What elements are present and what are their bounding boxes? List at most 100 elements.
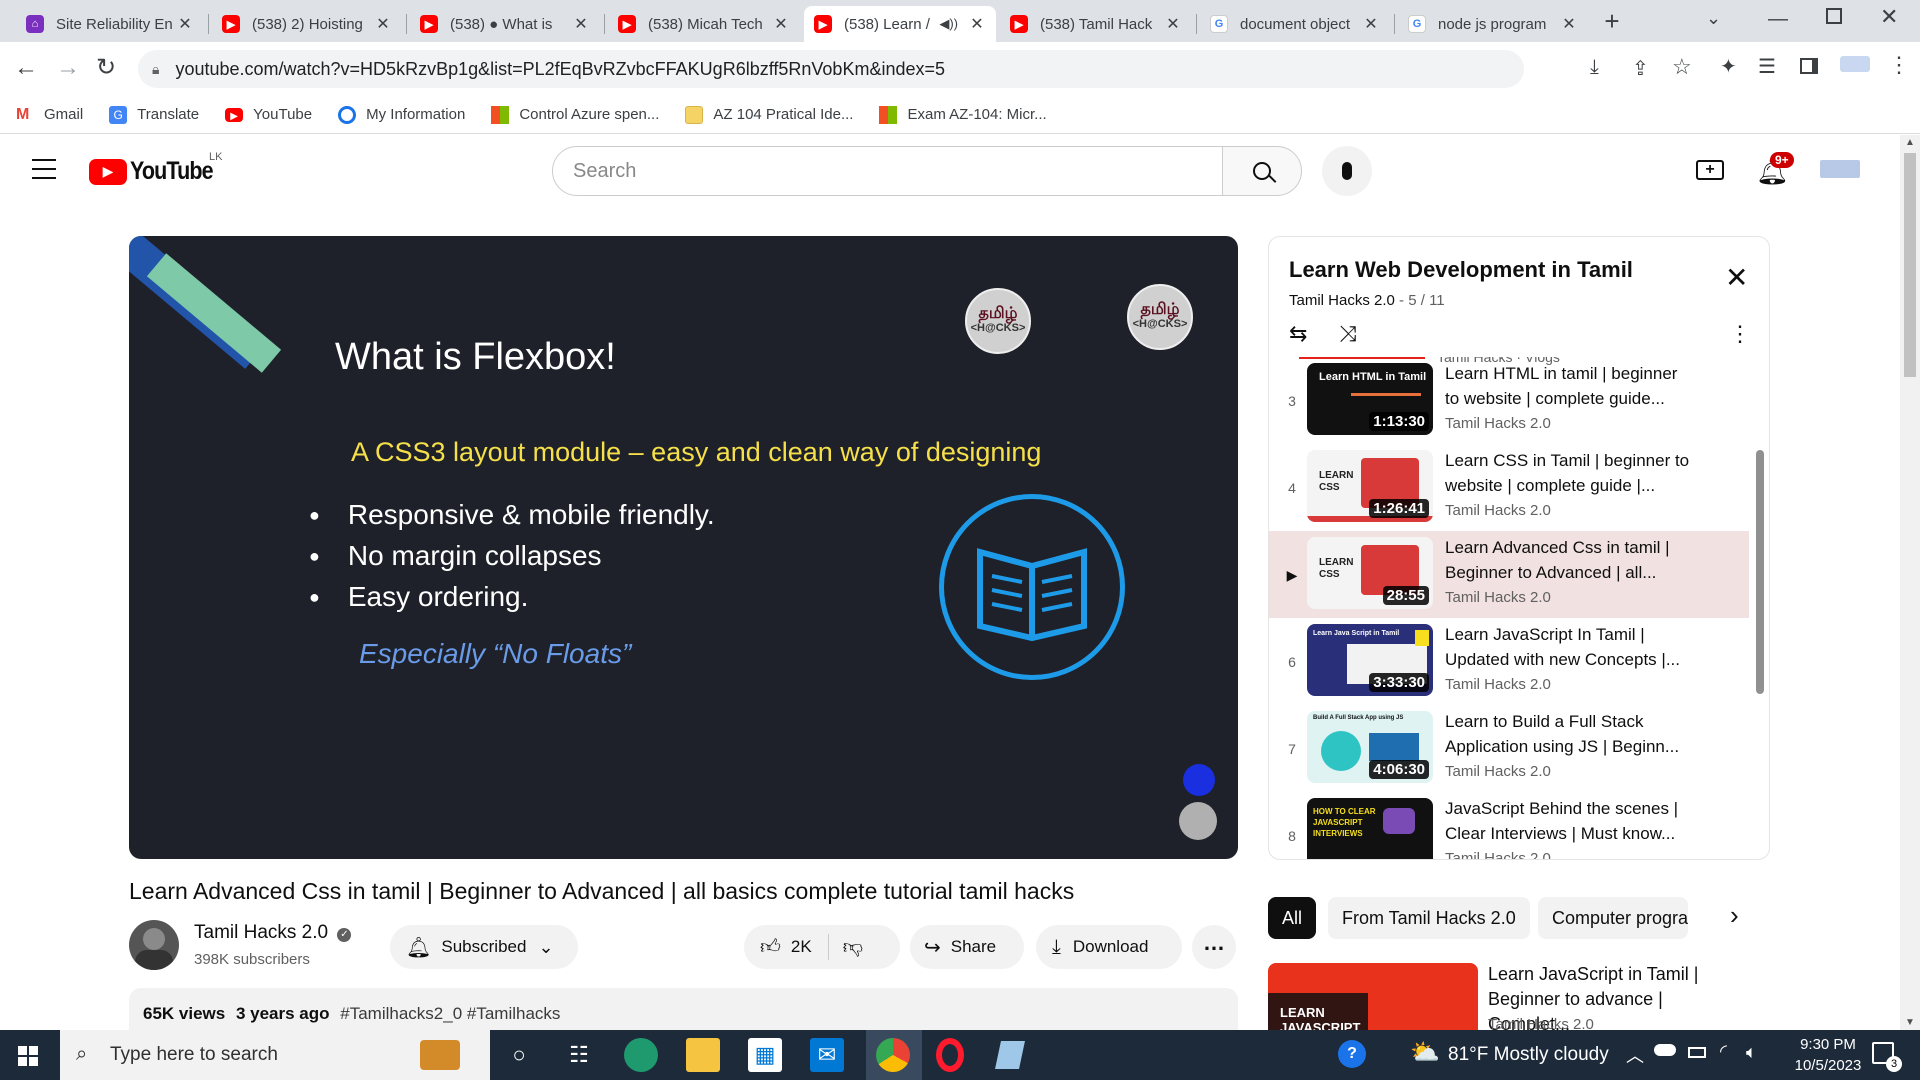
back-icon[interactable]: ← — [14, 54, 38, 82]
profile-avatar[interactable] — [1840, 56, 1870, 72]
widgets-icon[interactable]: ☷ — [562, 1038, 596, 1072]
show-hidden-icons[interactable]: ︿ — [1626, 1042, 1644, 1068]
playlist-thumbnail: LEARN CSS 1:26:41 — [1307, 450, 1433, 522]
bookmark-az104-folder[interactable]: AZ 104 Pratical Ide... — [685, 105, 853, 124]
mail-icon[interactable]: ✉ — [810, 1038, 844, 1072]
chevron-right-icon[interactable]: › — [1730, 900, 1739, 931]
reload-icon[interactable]: ↻ — [96, 53, 116, 82]
video-player[interactable]: What is Flexbox! A CSS3 layout module – … — [129, 236, 1238, 859]
chip-computer-programming[interactable]: Computer programm — [1538, 897, 1688, 939]
audio-playing-icon[interactable]: ◀)) — [939, 16, 958, 32]
bookmark-exam-az104[interactable]: Exam AZ-104: Micr... — [879, 105, 1047, 124]
scroll-up-icon[interactable]: ▲ — [1905, 137, 1915, 148]
close-tab-icon[interactable]: ✕ — [1560, 14, 1578, 34]
playlist-item-current[interactable]: ▶ LEARN CSS 28:55 Learn Advanced Css in … — [1269, 531, 1749, 618]
app-icon[interactable] — [995, 1041, 1025, 1069]
close-playlist-icon[interactable]: ✕ — [1725, 261, 1748, 294]
playlist-title[interactable]: Learn Web Development in Tamil — [1289, 257, 1633, 283]
close-window-icon[interactable]: ✕ — [1880, 4, 1898, 30]
playlist-channel[interactable]: Tamil Hacks 2.0 — [1289, 292, 1395, 309]
close-tab-icon[interactable]: ✕ — [772, 14, 790, 34]
taskbar-search-box[interactable]: ⌕ Type here to search — [60, 1030, 490, 1080]
playlist-item[interactable]: 6 Learn Java Script in Tamil 3:33:30 Lea… — [1269, 618, 1749, 705]
file-explorer-icon[interactable] — [686, 1038, 720, 1072]
chip-all[interactable]: All — [1268, 897, 1317, 939]
windows-start-icon[interactable] — [18, 1046, 38, 1066]
bookmark-translate[interactable]: G Translate — [109, 105, 199, 124]
playlist-item[interactable]: 8 HOW TO CLEAR JAVASCRIPT INTERVIEWS Jav… — [1269, 792, 1749, 859]
shuffle-icon[interactable]: ⤨ — [1339, 321, 1357, 347]
subscribed-button[interactable]: 🔔︎ Subscribed ⌄ — [390, 925, 578, 969]
browser-tab-active[interactable]: ▶ (538) Learn / ◀)) ✕ — [804, 6, 996, 42]
download-button[interactable]: ⤓ Download — [1036, 925, 1182, 969]
playlist-item[interactable]: 4 LEARN CSS 1:26:41 Learn CSS in Tamil |… — [1269, 444, 1749, 531]
browser-tab[interactable]: G document object ✕ — [1200, 6, 1390, 42]
browser-tab[interactable]: ▶ (538) Tamil Hack ✕ — [1000, 6, 1192, 42]
edge-icon[interactable] — [624, 1038, 658, 1072]
volume-icon[interactable]: 🔈︎ — [1746, 1042, 1757, 1063]
bookmark-my-information[interactable]: My Information — [338, 105, 465, 124]
share-page-icon[interactable]: ⇪ — [1632, 56, 1649, 81]
store-icon[interactable]: ▦ — [748, 1038, 782, 1072]
chrome-menu-icon[interactable]: ⋮ — [1888, 52, 1910, 78]
bookmark-star-icon[interactable]: ☆ — [1672, 54, 1692, 80]
bookmark-gmail[interactable]: M Gmail — [16, 106, 83, 124]
playlist-item[interactable]: 7 Build A Full Stack App using JS 4:06:3… — [1269, 705, 1749, 792]
page-scrollbar[interactable]: ▲ ▼ — [1900, 135, 1920, 1030]
close-tab-icon[interactable]: ✕ — [1362, 14, 1380, 34]
address-bar[interactable]: 🔒︎ youtube.com/watch?v=HD5kRzvBp1g&list=… — [138, 50, 1524, 88]
share-button[interactable]: ↪ Share — [910, 925, 1024, 969]
battery-icon[interactable] — [1688, 1047, 1706, 1058]
hamburger-menu-icon[interactable] — [32, 159, 56, 179]
more-actions-button[interactable]: … — [1192, 925, 1236, 969]
chip-from-channel[interactable]: From Tamil Hacks 2.0 — [1328, 897, 1530, 939]
search-input[interactable]: Search — [552, 146, 1226, 196]
playlist-menu-icon[interactable]: ⋮ — [1729, 321, 1751, 347]
voice-search-button[interactable] — [1322, 146, 1372, 196]
playlist-scrollbar[interactable] — [1756, 450, 1764, 694]
browser-tab[interactable]: G node js program ✕ — [1398, 6, 1588, 42]
page-scrollbar-thumb[interactable] — [1904, 153, 1916, 377]
chrome-icon[interactable] — [876, 1038, 910, 1072]
browser-tab[interactable]: ▶ (538) ● What is ✕ — [410, 6, 600, 42]
like-button[interactable]: 👍︎ 2K — [744, 934, 829, 960]
new-tab-icon[interactable]: + — [1596, 6, 1628, 38]
task-view-icon[interactable]: ○ — [502, 1038, 536, 1072]
youtube-logo[interactable]: ▶ YouTube LK — [89, 151, 226, 186]
browser-tab[interactable]: ▶ (538) Micah Tech ✕ — [608, 6, 800, 42]
close-tab-icon[interactable]: ✕ — [1164, 14, 1182, 34]
browser-tab[interactable]: ▶ (538) 2) Hoisting ✕ — [212, 6, 402, 42]
install-app-icon[interactable]: ⤓ — [1590, 56, 1599, 79]
channel-name[interactable]: Tamil Hacks 2.0 ✓ — [194, 922, 352, 944]
forward-icon[interactable]: → — [56, 54, 80, 82]
reading-list-icon[interactable]: ☰ — [1758, 54, 1776, 79]
dislike-button[interactable]: 👎︎ — [829, 935, 863, 959]
opera-icon[interactable] — [936, 1038, 964, 1072]
weather-icon[interactable]: ⛅ — [1410, 1038, 1440, 1067]
search-button[interactable] — [1222, 146, 1302, 196]
scroll-down-icon[interactable]: ▼ — [1905, 1017, 1915, 1028]
close-tab-icon[interactable]: ✕ — [176, 14, 194, 34]
close-tab-icon[interactable]: ✕ — [968, 14, 986, 34]
help-icon[interactable]: ? — [1338, 1040, 1366, 1068]
bookmark-youtube[interactable]: ▶ YouTube — [225, 106, 312, 123]
browser-tab[interactable]: ⌂ Site Reliability En ✕ — [16, 6, 204, 42]
tab-search-icon[interactable]: ⌄ — [1706, 8, 1721, 29]
side-panel-icon[interactable] — [1800, 58, 1818, 74]
hashtags[interactable]: #Tamilhacks2_0 #Tamilhacks — [340, 1004, 560, 1023]
maximize-icon[interactable] — [1826, 8, 1842, 24]
account-avatar[interactable] — [1820, 160, 1860, 178]
onedrive-icon[interactable] — [1654, 1044, 1676, 1056]
bookmark-control-azure[interactable]: Control Azure spen... — [491, 105, 659, 124]
wifi-icon[interactable]: ◜ — [1720, 1041, 1727, 1062]
clock[interactable]: 9:30 PM 10/5/2023 — [1778, 1034, 1878, 1076]
close-tab-icon[interactable]: ✕ — [374, 14, 392, 34]
extensions-icon[interactable]: ✦ — [1720, 54, 1737, 79]
close-tab-icon[interactable]: ✕ — [572, 14, 590, 34]
create-video-icon[interactable]: + — [1696, 160, 1724, 180]
loop-icon[interactable]: ⇆ — [1289, 321, 1307, 347]
minimize-icon[interactable]: — — [1768, 8, 1788, 31]
channel-avatar[interactable] — [129, 920, 179, 970]
playlist-item[interactable]: 3 Learn HTML in Tamil 1:13:30 Learn HTML… — [1269, 357, 1749, 444]
weather-text[interactable]: 81°F Mostly cloudy — [1448, 1030, 1609, 1080]
